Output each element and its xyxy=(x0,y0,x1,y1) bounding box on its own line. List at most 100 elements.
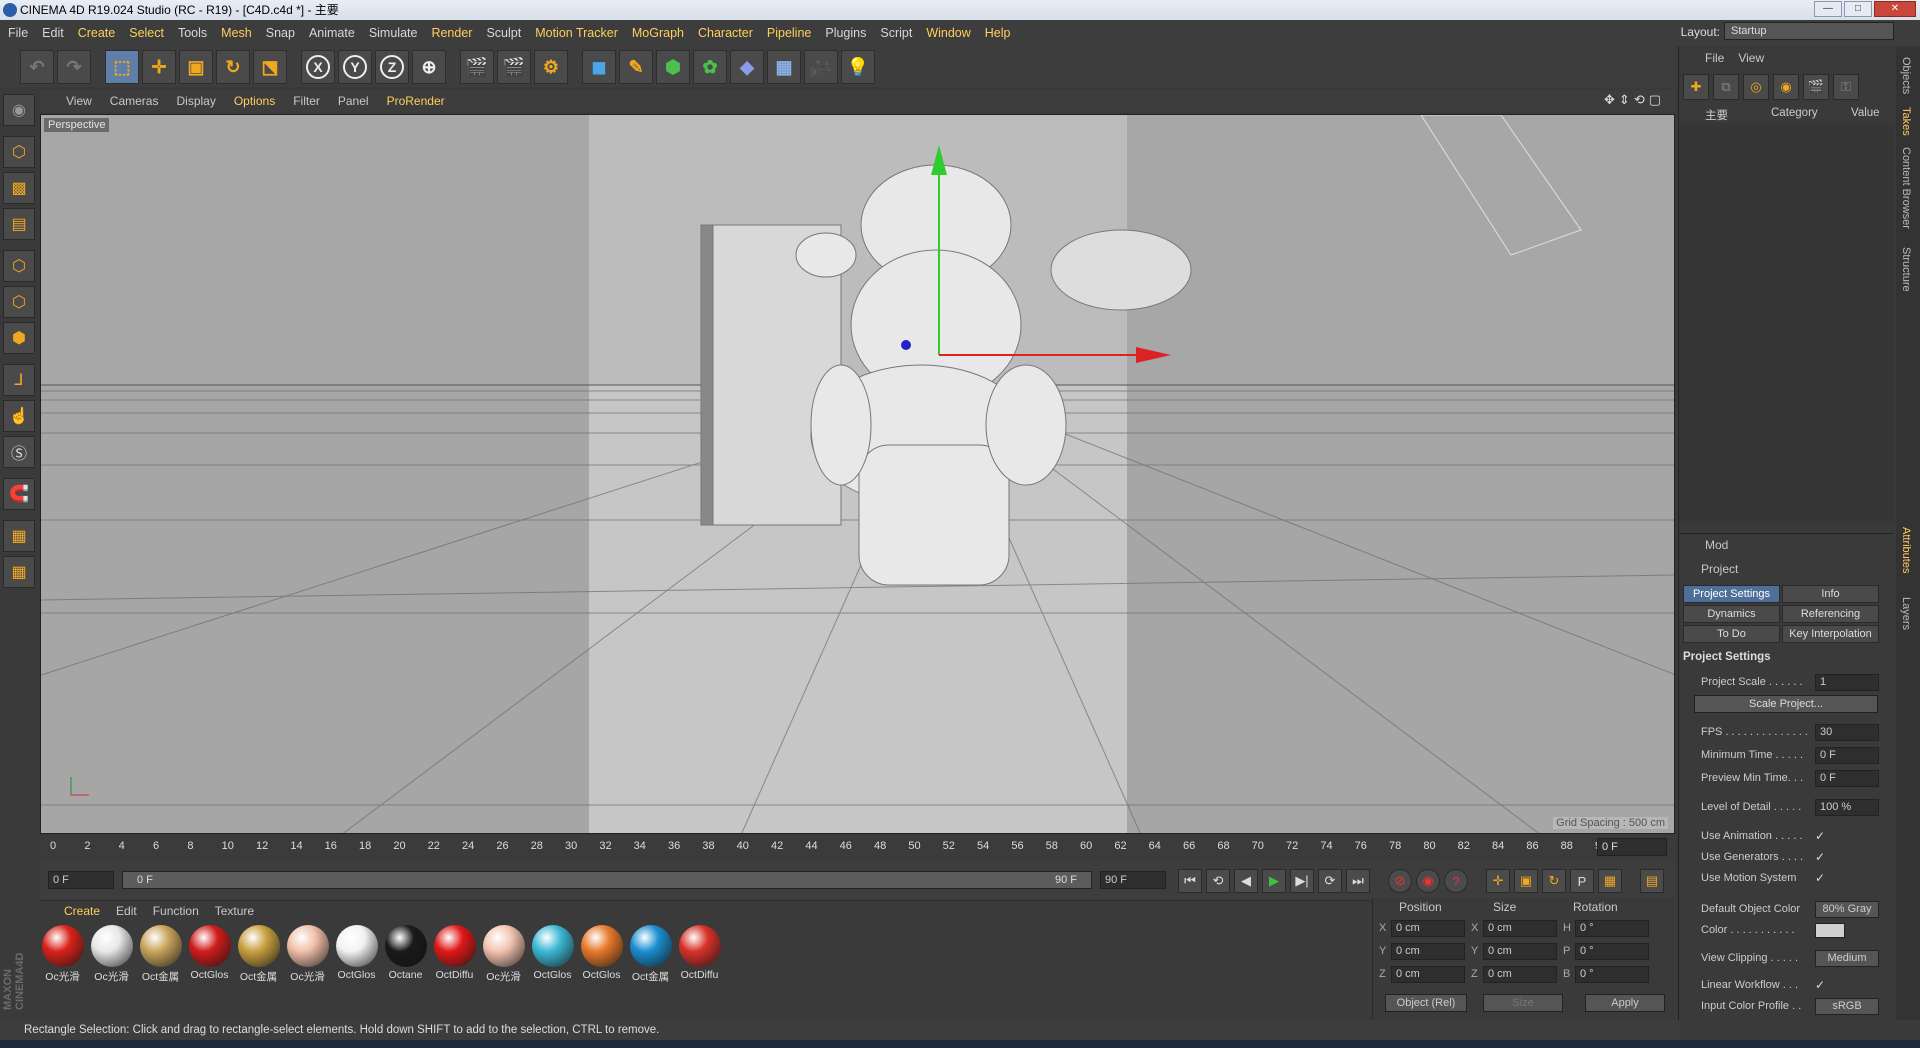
use-generators-checkbox[interactable]: ✓ xyxy=(1815,851,1828,864)
pos-y-field[interactable]: 0 cm xyxy=(1391,943,1465,960)
points-mode-icon[interactable]: ⬡ xyxy=(3,250,35,282)
current-frame-field[interactable]: 0 F xyxy=(1597,838,1667,856)
preview-min-time-field[interactable]: 0 F xyxy=(1815,770,1879,787)
menu-plugins[interactable]: Plugins xyxy=(825,26,866,40)
take-lock-icon[interactable]: ⚿ xyxy=(1833,74,1859,100)
rot-p-field[interactable]: 0 ° xyxy=(1575,943,1649,960)
menu-motion-tracker[interactable]: Motion Tracker xyxy=(535,26,618,40)
menu-select[interactable]: Select xyxy=(129,26,164,40)
side-tab-structure[interactable]: Structure xyxy=(1900,247,1912,292)
take-render-icon[interactable]: 🎬 xyxy=(1803,74,1829,100)
size-y-field[interactable]: 0 cm xyxy=(1483,943,1557,960)
material-item[interactable]: Oct金属 xyxy=(138,925,183,987)
project-scale-field[interactable]: 1 xyxy=(1815,674,1879,691)
axis-mode-icon[interactable]: ⅃ xyxy=(3,364,35,396)
default-object-color-dropdown[interactable]: 80% Gray xyxy=(1815,901,1879,918)
material-item[interactable]: Octane xyxy=(383,925,428,987)
z-axis-lock-icon[interactable]: Z xyxy=(375,50,409,84)
keyframe-selection-icon[interactable]: ? xyxy=(1444,869,1468,893)
autotake-icon[interactable]: ◉ xyxy=(1773,74,1799,100)
edges-mode-icon[interactable]: ⬡ xyxy=(3,286,35,318)
subdivision-surface-icon[interactable]: ⬢ xyxy=(656,50,690,84)
view-clipping-dropdown[interactable]: Medium xyxy=(1815,950,1879,967)
material-item[interactable]: OctDiffu xyxy=(677,925,722,987)
workplane-lock-icon[interactable]: ▦ xyxy=(3,520,35,552)
tab-project-settings[interactable]: Project Settings xyxy=(1683,585,1780,603)
coordinate-system-icon[interactable]: ⊕ xyxy=(412,50,446,84)
add-take-icon[interactable]: ✚ xyxy=(1683,74,1709,100)
preview-range-slider[interactable]: 0 F 90 F xyxy=(122,871,1092,889)
tab-key-interpolation[interactable]: Key Interpolation xyxy=(1782,625,1879,643)
mat-menu-function[interactable]: Function xyxy=(153,904,199,918)
rotate-icon[interactable]: ↻ xyxy=(216,50,250,84)
menu-window[interactable]: Window xyxy=(926,26,970,40)
viewport-menu-options[interactable]: Options xyxy=(234,94,275,108)
tab-dynamics[interactable]: Dynamics xyxy=(1683,605,1780,623)
key-scale-icon[interactable]: ▣ xyxy=(1514,869,1538,893)
rot-h-field[interactable]: 0 ° xyxy=(1575,920,1649,937)
menu-pipeline[interactable]: Pipeline xyxy=(767,26,811,40)
material-item[interactable]: Oct金属 xyxy=(628,925,673,987)
tab-info[interactable]: Info xyxy=(1782,585,1879,603)
menu-simulate[interactable]: Simulate xyxy=(369,26,418,40)
y-axis-lock-icon[interactable]: Y xyxy=(338,50,372,84)
side-tab-layers[interactable]: Layers xyxy=(1900,597,1912,630)
material-item[interactable]: OctGlos xyxy=(334,925,379,987)
take-root-label[interactable]: 主要 xyxy=(1705,107,1728,123)
menu-help[interactable]: Help xyxy=(985,26,1011,40)
menu-tools[interactable]: Tools xyxy=(178,26,207,40)
pos-z-field[interactable]: 0 cm xyxy=(1391,966,1465,983)
clone-take-icon[interactable]: ⧉ xyxy=(1713,74,1739,100)
material-item[interactable]: Oc光滑 xyxy=(40,925,85,987)
move-icon[interactable]: ✛ xyxy=(142,50,176,84)
next-frame-icon[interactable]: ▶| xyxy=(1290,869,1314,893)
material-item[interactable]: OctDiffu xyxy=(432,925,477,987)
menu-file[interactable]: File xyxy=(8,26,28,40)
3d-viewport[interactable]: Perspective Grid Spacing : 500 cm xyxy=(40,114,1675,834)
tab-referencing[interactable]: Referencing xyxy=(1782,605,1879,623)
viewport-navigation-icons[interactable]: ✥⇕⟲▢ xyxy=(1604,92,1665,108)
minimize-button[interactable]: — xyxy=(1814,1,1842,17)
menu-mograph[interactable]: MoGraph xyxy=(632,26,684,40)
polygons-mode-icon[interactable]: ⬢ xyxy=(3,322,35,354)
menu-create[interactable]: Create xyxy=(78,26,116,40)
coordinate-mode-dropdown[interactable]: Object (Rel) xyxy=(1385,994,1467,1012)
scale-icon[interactable]: ▣ xyxy=(179,50,213,84)
minimum-time-field[interactable]: 0 F xyxy=(1815,747,1879,764)
deformer-icon[interactable]: ◆ xyxy=(730,50,764,84)
goto-next-key-icon[interactable]: ⟳ xyxy=(1318,869,1342,893)
menu-mesh[interactable]: Mesh xyxy=(221,26,252,40)
preview-end-field[interactable]: 90 F xyxy=(1100,871,1166,889)
viewport-menu-panel[interactable]: Panel xyxy=(338,94,369,108)
material-item[interactable]: Oct金属 xyxy=(236,925,281,987)
timeline-ruler[interactable]: 0 2 4 6 8 10 12 14 16 18 20 22 24 26 28 30 32 34 36 38 40 42 4… xyxy=(40,836,1675,858)
planar-workplane-icon[interactable]: ▦ xyxy=(3,556,35,588)
goto-prev-key-icon[interactable]: ⟲ xyxy=(1206,869,1230,893)
menu-snap[interactable]: Snap xyxy=(266,26,295,40)
make-editable-icon[interactable]: ◉ xyxy=(3,94,35,126)
menu-script[interactable]: Script xyxy=(880,26,912,40)
undo-icon[interactable]: ↶ xyxy=(20,50,54,84)
recent-tool-icon[interactable]: ⬔ xyxy=(253,50,287,84)
color-swatch[interactable] xyxy=(1815,923,1845,938)
goto-start-icon[interactable]: ⏮ xyxy=(1178,869,1202,893)
material-item[interactable]: OctGlos xyxy=(530,925,575,987)
use-motion-system-checkbox[interactable]: ✓ xyxy=(1815,872,1828,885)
use-animation-checkbox[interactable]: ✓ xyxy=(1815,830,1828,843)
camera-label[interactable]: Perspective xyxy=(44,118,110,132)
side-tab-content-browser[interactable]: Content Browser xyxy=(1900,147,1912,229)
mat-menu-texture[interactable]: Texture xyxy=(215,904,254,918)
linear-workflow-checkbox[interactable]: ✓ xyxy=(1815,979,1828,992)
attributes-mode-menu[interactable]: Mod xyxy=(1705,538,1728,552)
viewport-menu-filter[interactable]: Filter xyxy=(293,94,320,108)
material-item[interactable]: Oc光滑 xyxy=(89,925,134,987)
mat-menu-create[interactable]: Create xyxy=(64,904,100,918)
menu-animate[interactable]: Animate xyxy=(309,26,355,40)
override-icon[interactable]: ◎ xyxy=(1743,74,1769,100)
texture-mode-icon[interactable]: ▩ xyxy=(3,172,35,204)
preview-start-field[interactable]: 0 F xyxy=(48,871,114,889)
render-picture-viewer-icon[interactable]: 🎬 xyxy=(497,50,531,84)
viewport-menu-prorender[interactable]: ProRender xyxy=(387,94,445,108)
model-mode-icon[interactable]: ⬡ xyxy=(3,136,35,168)
goto-end-icon[interactable]: ⏭ xyxy=(1346,869,1370,893)
